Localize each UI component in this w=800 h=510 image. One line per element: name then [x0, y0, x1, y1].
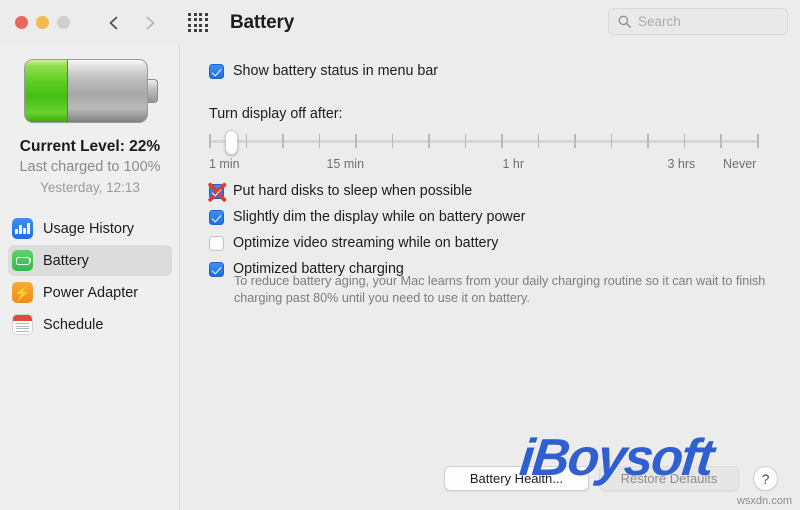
battery-preferences-window: Battery Current Level: 22% Last charged …: [0, 0, 800, 510]
show-all-grid-icon[interactable]: [188, 12, 208, 33]
optimize-video-streaming-checkbox[interactable]: [209, 236, 224, 251]
slider-tick: [537, 134, 540, 148]
last-charged-time: Yesterday, 12:13: [40, 180, 140, 195]
back-chevron-icon[interactable]: [106, 15, 122, 31]
sidebar-item-power-adapter[interactable]: ⚡ Power Adapter: [8, 277, 172, 308]
display-sleep-slider[interactable]: 1 min 15 min 1 hr 3 hrs Never: [209, 130, 759, 171]
slider-tick: [391, 134, 394, 148]
hard-disk-sleep-label: Put hard disks to sleep when possible: [233, 183, 473, 199]
slider-tick: [282, 134, 284, 148]
sidebar-item-usage-history[interactable]: Usage History: [8, 213, 172, 244]
sidebar-nav-list: Usage History Battery ⚡ Power Adapter Sc…: [8, 213, 172, 341]
bar-chart-icon: [12, 218, 33, 239]
battery-cap: [148, 79, 158, 103]
close-button[interactable]: [15, 16, 28, 29]
optimized-charging-description: To reduce battery aging, your Mac learns…: [234, 274, 766, 305]
optimize-video-streaming-row[interactable]: Optimize video streaming while on batter…: [209, 235, 498, 251]
traffic-light-controls: [15, 16, 70, 29]
sidebar-item-label: Battery: [43, 252, 89, 269]
red-x-mark-icon: [206, 181, 229, 204]
last-charged-label: Last charged to 100%: [19, 159, 161, 175]
calendar-icon: [12, 314, 33, 335]
slider-tick: [245, 134, 248, 148]
hard-disk-sleep-row[interactable]: Put hard disks to sleep when possible: [208, 182, 473, 202]
page-title: Battery: [230, 11, 295, 33]
slider-tick: [757, 134, 759, 148]
sidebar-item-label: Usage History: [43, 220, 135, 237]
slider-tick: [610, 134, 613, 148]
battery-health-button[interactable]: Battery Health...: [444, 466, 589, 491]
sidebar-item-schedule[interactable]: Schedule: [8, 309, 172, 340]
sidebar-item-label: Power Adapter: [43, 284, 139, 301]
slider-tick: [355, 134, 357, 148]
slightly-dim-display-checkbox[interactable]: [209, 210, 224, 225]
battery-icon: [12, 250, 33, 271]
restore-defaults-button[interactable]: Restore Defaults: [599, 466, 739, 491]
slider-scale-label: 3 hrs: [667, 157, 696, 171]
zoom-button[interactable]: [57, 16, 70, 29]
search-field[interactable]: [608, 8, 788, 35]
main-panel: Show battery status in menu bar Turn dis…: [181, 45, 800, 510]
slider-tick: [574, 134, 576, 148]
minimize-button[interactable]: [36, 16, 49, 29]
search-input[interactable]: [638, 14, 778, 29]
battery-fill: [25, 60, 68, 122]
slightly-dim-display-row[interactable]: Slightly dim the display while on batter…: [209, 209, 525, 225]
show-battery-status-label: Show battery status in menu bar: [233, 63, 439, 79]
optimized-battery-charging-checkbox[interactable]: [209, 262, 224, 277]
slider-track[interactable]: [209, 140, 759, 143]
slider-tick: [683, 134, 686, 148]
help-button[interactable]: ?: [753, 466, 778, 491]
battery-body: [24, 59, 148, 123]
slightly-dim-display-label: Slightly dim the display while on batter…: [233, 209, 526, 225]
hard-disk-sleep-checkbox[interactable]: [208, 182, 227, 202]
window-titlebar: Battery: [0, 0, 800, 45]
sidebar: Current Level: 22% Last charged to 100% …: [0, 45, 180, 510]
current-level-label: Current Level: 22%: [19, 138, 161, 155]
turn-display-off-label: Turn display off after:: [209, 106, 343, 122]
show-battery-status-row[interactable]: Show battery status in menu bar: [209, 63, 438, 79]
slider-tick: [720, 134, 722, 148]
slider-scale-label: Never: [723, 157, 757, 171]
slider-scale-label: 1 hr: [502, 157, 525, 171]
slider-tick: [501, 134, 503, 148]
power-bolt-icon: ⚡: [12, 282, 33, 303]
slider-tick: [647, 134, 649, 148]
navigation-controls: [106, 15, 158, 31]
sidebar-item-battery[interactable]: Battery: [8, 245, 172, 276]
window-body: Current Level: 22% Last charged to 100% …: [0, 45, 800, 510]
show-battery-status-checkbox[interactable]: [209, 64, 224, 79]
slider-tick: [209, 134, 211, 148]
battery-level-graphic: [24, 55, 158, 127]
optimize-video-streaming-label: Optimize video streaming while on batter…: [233, 235, 499, 251]
forward-chevron-icon[interactable]: [142, 15, 158, 31]
slider-thumb[interactable]: [225, 130, 238, 155]
slider-tick: [464, 134, 467, 148]
search-icon: [617, 14, 632, 29]
slider-scale-label: 15 min: [326, 157, 365, 171]
sidebar-item-label: Schedule: [43, 316, 104, 333]
slider-tick: [318, 134, 321, 148]
slider-scale-label: 1 min: [209, 157, 240, 171]
slider-tick: [428, 134, 430, 148]
